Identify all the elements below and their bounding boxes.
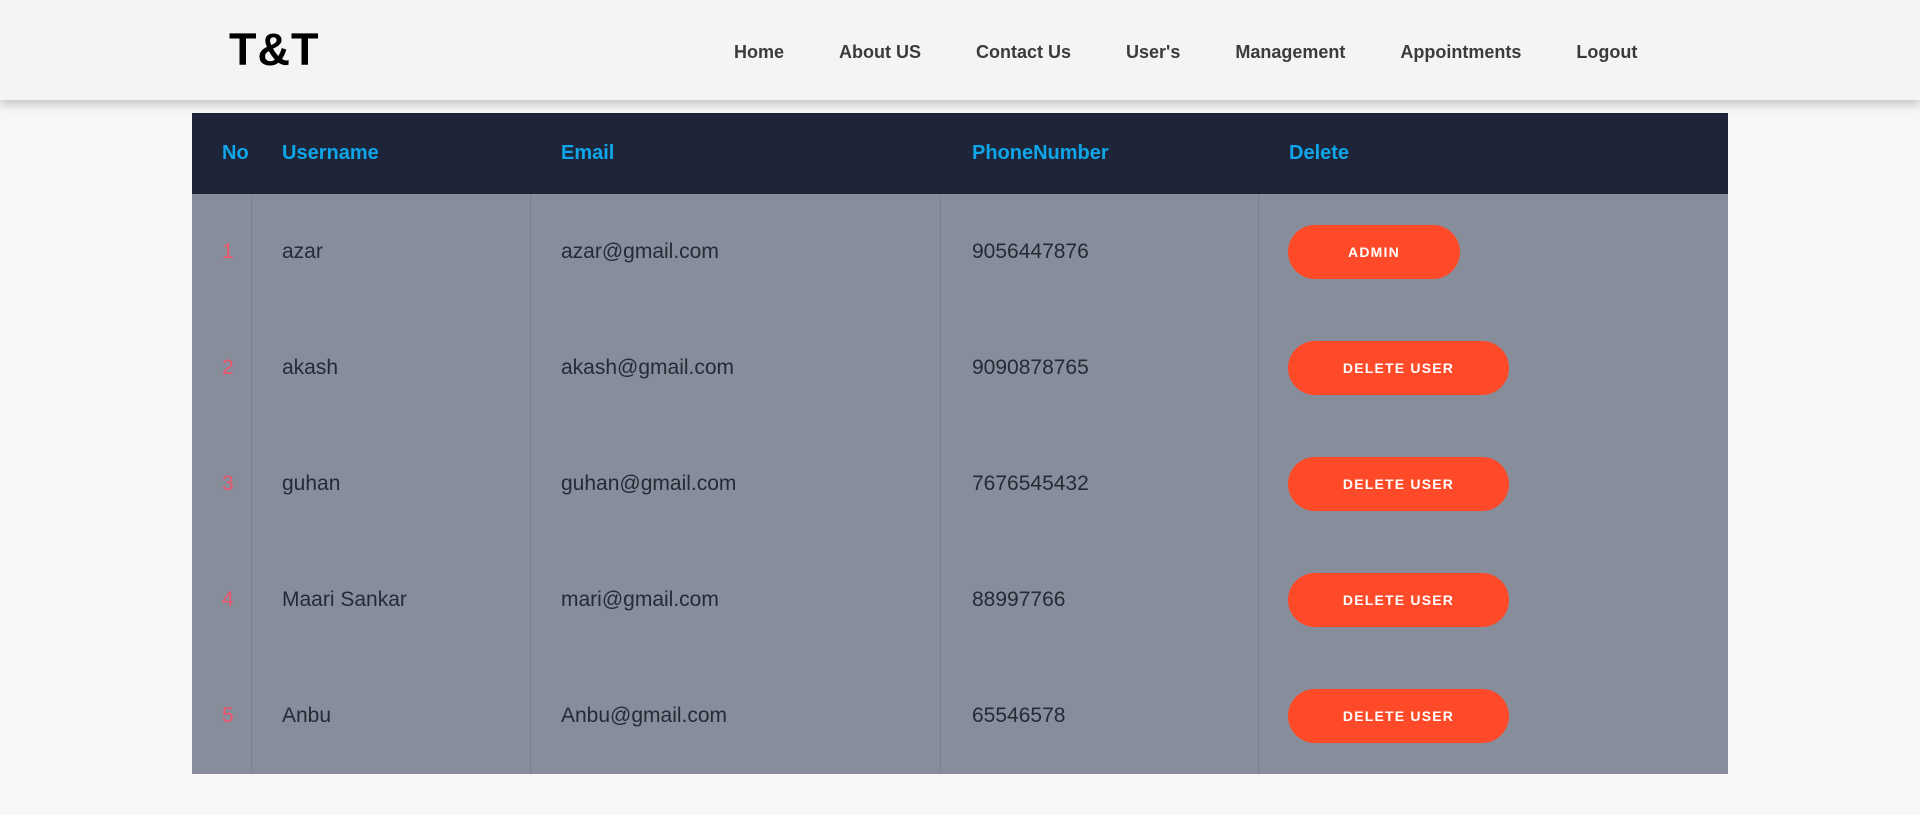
email-cell: mari@gmail.com <box>561 588 719 611</box>
phone-cell: 9056447876 <box>972 240 1089 263</box>
email-cell: Anbu@gmail.com <box>561 704 728 727</box>
nav-users[interactable]: User's <box>1126 40 1180 64</box>
table-row: 2 akash akash@gmail.com 9090878765 DELET… <box>192 310 1728 426</box>
nav-logout[interactable]: Logout <box>1576 40 1637 64</box>
phone-cell: 7676545432 <box>972 472 1089 495</box>
nav-contact-us[interactable]: Contact Us <box>976 40 1071 64</box>
column-header-email: Email <box>561 142 615 164</box>
delete-user-button[interactable]: DELETE USER <box>1288 341 1509 395</box>
table-row: 1 azar azar@gmail.com 9056447876 ADMIN <box>192 194 1728 310</box>
users-table: No Username Email PhoneNumber Delete 1 a… <box>192 113 1728 774</box>
table-row: 3 guhan guhan@gmail.com 7676545432 DELET… <box>192 426 1728 542</box>
email-cell: guhan@gmail.com <box>561 472 737 495</box>
phone-cell: 88997766 <box>972 588 1066 611</box>
phone-cell: 65546578 <box>972 704 1066 727</box>
row-number: 1 <box>222 240 234 263</box>
row-number: 4 <box>222 588 234 611</box>
username-cell: Anbu <box>282 704 332 727</box>
table-row: 5 Anbu Anbu@gmail.com 65546578 DELETE US… <box>192 658 1728 774</box>
row-number: 5 <box>222 704 234 727</box>
nav-management[interactable]: Management <box>1235 40 1345 64</box>
top-nav-bar: T&T Home About US Contact Us User's Mana… <box>0 0 1920 100</box>
phone-cell: 9090878765 <box>972 356 1089 379</box>
email-cell: akash@gmail.com <box>561 356 735 379</box>
main-nav: Home About US Contact Us User's Manageme… <box>734 40 1637 64</box>
admin-button[interactable]: ADMIN <box>1288 225 1460 279</box>
table-row: 4 Maari Sankar mari@gmail.com 88997766 D… <box>192 542 1728 658</box>
row-number: 2 <box>222 356 234 379</box>
delete-user-button[interactable]: DELETE USER <box>1288 457 1509 511</box>
nav-home[interactable]: Home <box>734 40 784 64</box>
username-cell: azar <box>282 240 323 263</box>
site-logo[interactable]: T&T <box>229 24 319 76</box>
table-header: No Username Email PhoneNumber Delete <box>192 113 1728 194</box>
nav-about-us[interactable]: About US <box>839 40 921 64</box>
username-cell: Maari Sankar <box>282 588 407 611</box>
column-header-delete: Delete <box>1289 142 1350 164</box>
column-header-no: No <box>222 142 249 164</box>
username-cell: akash <box>282 356 339 379</box>
username-cell: guhan <box>282 472 341 495</box>
delete-user-button[interactable]: DELETE USER <box>1288 689 1509 743</box>
column-header-username: Username <box>282 142 379 164</box>
row-number: 3 <box>222 472 234 495</box>
column-header-phonenumber: PhoneNumber <box>972 142 1109 164</box>
nav-appointments[interactable]: Appointments <box>1400 40 1521 64</box>
delete-user-button[interactable]: DELETE USER <box>1288 573 1509 627</box>
email-cell: azar@gmail.com <box>561 240 719 263</box>
